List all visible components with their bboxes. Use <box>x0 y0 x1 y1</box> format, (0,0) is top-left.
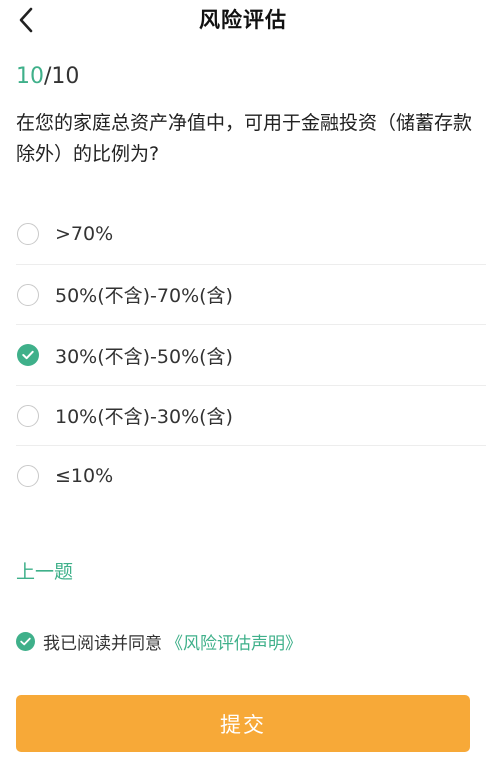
progress-current: 10 <box>16 64 44 89</box>
page-title: 风险评估 <box>199 8 287 32</box>
option-label: 30%(不含)-50%(含) <box>55 345 233 368</box>
risk-statement-link[interactable]: 《风险评估声明》 <box>166 629 302 654</box>
agreement-checkbox[interactable] <box>16 631 35 651</box>
question-text: 在您的家庭总资产净值中，可用于金融投资（储蓄存款除外）的比例为? <box>16 112 473 165</box>
option-label: 10%(不含)-30%(含) <box>55 406 233 429</box>
header: 风险评估 <box>0 0 486 44</box>
radio-icon <box>17 465 39 488</box>
option-item[interactable]: ≤10% <box>0 446 486 507</box>
question-progress: 10/10 <box>16 64 79 89</box>
option-item[interactable]: 50%(不含)-70%(含) <box>0 265 486 326</box>
agreement-row: 我已阅读并同意 《风险评估声明》 <box>16 629 302 654</box>
option-item[interactable]: 30%(不含)-50%(含) <box>0 325 486 386</box>
agreement-text: 我已阅读并同意 <box>43 633 162 654</box>
option-item[interactable]: >70% <box>0 204 486 265</box>
option-label: >70% <box>55 223 114 246</box>
previous-question-link[interactable]: 上一题 <box>16 557 73 584</box>
submit-button[interactable]: 提交 <box>16 695 470 752</box>
option-label: 50%(不含)-70%(含) <box>55 285 233 308</box>
progress-total: 10 <box>51 64 80 89</box>
option-item[interactable]: 10%(不含)-30%(含) <box>0 386 486 447</box>
checkmark-icon <box>22 351 34 360</box>
checkmark-icon <box>20 637 31 645</box>
option-label: ≤10% <box>55 465 114 488</box>
radio-icon <box>17 223 39 246</box>
radio-icon <box>17 404 39 427</box>
risk-assessment-page: 风险评估 10/10 在您的家庭总资产净值中，可用于金融投资（储蓄存款除外）的比… <box>0 0 486 774</box>
options-list: >70% 50%(不含)-70%(含) 30%(不含)-50%(含) 10%(不… <box>0 204 486 507</box>
radio-checked-icon <box>17 344 39 367</box>
radio-icon <box>17 283 39 306</box>
